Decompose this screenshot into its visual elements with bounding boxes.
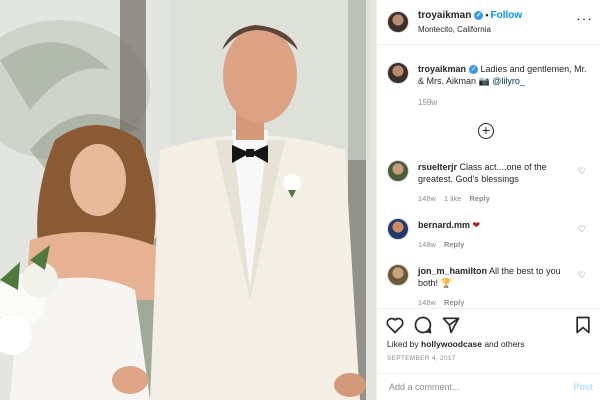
- caption-text-block: troyaikman ✓ Ladies and gentlemen, Mr. & …: [418, 63, 588, 87]
- comment-username[interactable]: jon_m_hamilton: [418, 266, 487, 276]
- avatar[interactable]: [387, 218, 409, 240]
- comment-likes[interactable]: 1 like: [444, 194, 462, 203]
- header-username-row: troyaikman ✓ • Follow: [418, 10, 522, 21]
- username-link[interactable]: troyaikman: [418, 10, 471, 21]
- reply-button[interactable]: Reply: [444, 240, 464, 249]
- heart-outline-icon[interactable]: ♡: [578, 166, 586, 177]
- comment-time[interactable]: 148w: [418, 240, 436, 249]
- comment-meta: 148w Reply: [418, 298, 472, 307]
- instagram-post: troyaikman ✓ • Follow Montecito, California…: [0, 0, 600, 401]
- add-comment-bar: Post: [377, 373, 600, 402]
- verified-badge-icon: ✓: [469, 65, 479, 74]
- verified-badge-icon: ✓: [474, 11, 484, 20]
- liked-by-text: Liked by hollywoodcase and others: [387, 339, 525, 349]
- separator-dot: •: [485, 10, 489, 20]
- follow-button[interactable]: Follow: [491, 10, 523, 21]
- share-icon[interactable]: [441, 315, 461, 335]
- wedding-photo-illustration: [0, 0, 376, 400]
- caption-mention-link[interactable]: @lilyro_: [492, 76, 525, 86]
- caption-timestamp[interactable]: 159w: [418, 98, 437, 107]
- bookmark-icon[interactable]: [573, 315, 593, 335]
- caption-username[interactable]: troyaikman: [418, 64, 466, 74]
- comment-body: rsuelterjr Class act....one of the great…: [418, 161, 578, 185]
- liked-by-prefix: Liked by: [387, 339, 422, 349]
- comment-time[interactable]: 148w: [418, 194, 436, 203]
- plus-circle-icon[interactable]: +: [478, 123, 494, 139]
- heart-outline-icon[interactable]: ♡: [578, 270, 586, 281]
- comment-time[interactable]: 148w: [418, 298, 436, 307]
- comment-icon[interactable]: [413, 315, 433, 335]
- heart-icon[interactable]: [385, 315, 405, 335]
- comment-username[interactable]: rsuelterjr: [418, 162, 457, 172]
- comment-username[interactable]: bernard.mm: [418, 220, 470, 230]
- liked-by-suffix[interactable]: and others: [482, 339, 524, 349]
- heart-outline-icon[interactable]: ♡: [578, 224, 586, 235]
- post-photo[interactable]: [0, 0, 376, 400]
- comment-body: jon_m_hamilton All the best to you both!…: [418, 265, 578, 289]
- comment-meta: 148w 1 like Reply: [418, 194, 498, 203]
- reply-button[interactable]: Reply: [469, 194, 489, 203]
- avatar[interactable]: [387, 62, 409, 84]
- comment-text: ❤: [472, 220, 481, 230]
- avatar[interactable]: [387, 264, 409, 286]
- avatar[interactable]: [387, 160, 409, 182]
- avatar[interactable]: [387, 11, 409, 33]
- comment-body: bernard.mm ❤: [418, 219, 578, 231]
- reply-button[interactable]: Reply: [444, 298, 464, 307]
- comment-meta: 148w Reply: [418, 240, 472, 249]
- more-horizontal-icon[interactable]: ···: [576, 11, 593, 25]
- post-header: troyaikman ✓ • Follow Montecito, California…: [377, 0, 600, 45]
- location-link[interactable]: Montecito, California: [418, 25, 491, 34]
- post-actions: Liked by hollywoodcase and others SEPTEM…: [377, 308, 600, 401]
- post-sidebar: troyaikman ✓ • Follow Montecito, California…: [376, 0, 600, 401]
- post-date[interactable]: SEPTEMBER 4, 2017: [387, 355, 456, 362]
- post-comment-button[interactable]: Post: [573, 382, 593, 392]
- liked-by-user-link[interactable]: hollywoodcase: [421, 339, 482, 349]
- comment-input[interactable]: [387, 381, 561, 393]
